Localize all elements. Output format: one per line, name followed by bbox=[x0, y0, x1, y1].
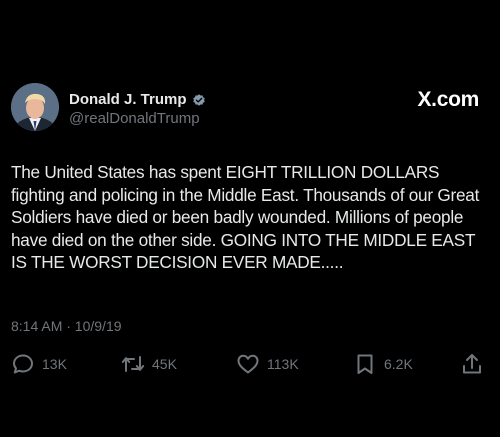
reply-count: 13K bbox=[42, 356, 67, 372]
brand-label: X.com bbox=[417, 88, 479, 111]
bookmark-icon bbox=[357, 354, 373, 374]
tweet-card: Donald J. Trump @realDonaldTrump X.com T… bbox=[0, 0, 500, 437]
avatar-image bbox=[11, 83, 59, 131]
retweet-button[interactable]: 45K bbox=[121, 352, 177, 376]
verified-badge-icon bbox=[192, 93, 205, 106]
action-bar: 13K 45K 113K 6.2K bbox=[0, 352, 500, 382]
bookmark-count: 6.2K bbox=[384, 356, 413, 372]
share-button[interactable] bbox=[460, 352, 484, 376]
retweet-count: 45K bbox=[152, 356, 177, 372]
reply-icon bbox=[13, 354, 33, 374]
author-handle[interactable]: @realDonaldTrump bbox=[69, 110, 200, 127]
like-count: 113K bbox=[267, 356, 299, 372]
tweet-text: The United States has spent EIGHT TRILLI… bbox=[11, 162, 480, 272]
reply-button[interactable]: 13K bbox=[11, 352, 67, 376]
bookmark-button[interactable]: 6.2K bbox=[353, 352, 413, 376]
author-name-row: Donald J. Trump bbox=[69, 91, 206, 108]
avatar[interactable] bbox=[11, 83, 59, 131]
like-button[interactable]: 113K bbox=[236, 352, 299, 376]
retweet-icon bbox=[121, 356, 145, 372]
display-name[interactable]: Donald J. Trump bbox=[69, 91, 187, 108]
tweet-timestamp[interactable]: 8:14 AM · 10/9/19 bbox=[11, 318, 122, 334]
share-icon bbox=[463, 354, 481, 374]
heart-icon bbox=[237, 354, 259, 374]
